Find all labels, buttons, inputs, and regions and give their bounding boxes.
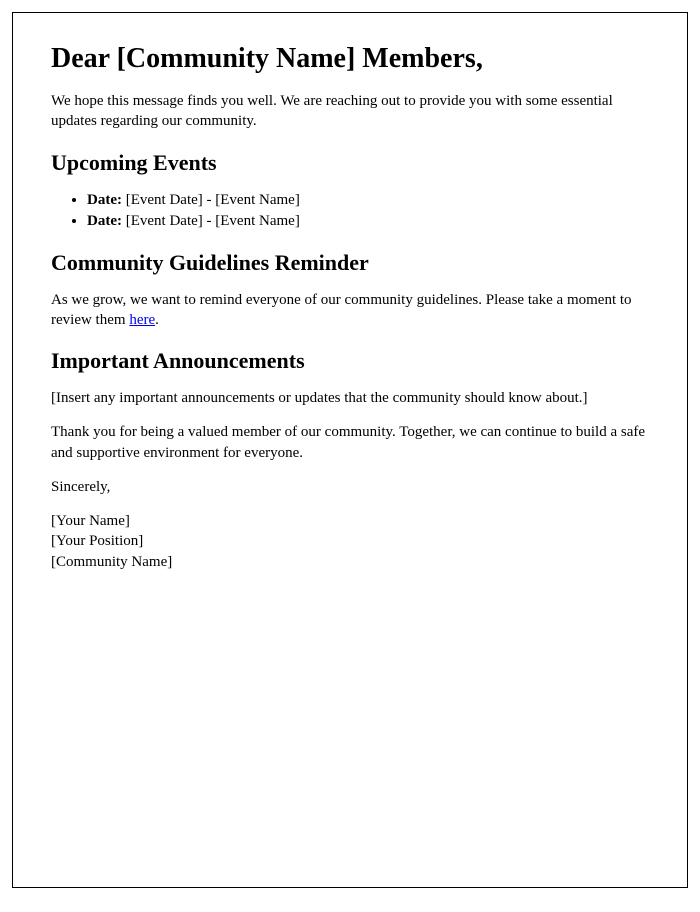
guidelines-paragraph: As we grow, we want to remind everyone o…	[51, 290, 649, 331]
event-text: [Event Date] - [Event Name]	[122, 192, 300, 208]
announcements-placeholder: [Insert any important announcements or u…	[51, 388, 649, 408]
guidelines-link[interactable]: here	[129, 312, 155, 328]
thanks-paragraph: Thank you for being a valued member of o…	[51, 422, 649, 463]
event-text: [Event Date] - [Event Name]	[122, 213, 300, 229]
list-item: Date: [Event Date] - [Event Name]	[87, 190, 649, 211]
document-page: Dear [Community Name] Members, We hope t…	[12, 12, 688, 888]
intro-paragraph: We hope this message finds you well. We …	[51, 91, 649, 132]
announcements-heading: Important Announcements	[51, 348, 649, 374]
event-label: Date:	[87, 192, 122, 208]
guidelines-text-after: .	[155, 312, 159, 328]
signature-name: [Your Name]	[51, 511, 649, 531]
guidelines-heading: Community Guidelines Reminder	[51, 250, 649, 276]
closing: Sincerely,	[51, 477, 649, 497]
greeting-heading: Dear [Community Name] Members,	[51, 43, 649, 75]
signature-position: [Your Position]	[51, 531, 649, 551]
signature-community: [Community Name]	[51, 552, 649, 572]
events-heading: Upcoming Events	[51, 150, 649, 176]
signature-block: [Your Name] [Your Position] [Community N…	[51, 511, 649, 572]
list-item: Date: [Event Date] - [Event Name]	[87, 211, 649, 232]
events-list: Date: [Event Date] - [Event Name] Date: …	[87, 190, 649, 232]
event-label: Date:	[87, 213, 122, 229]
